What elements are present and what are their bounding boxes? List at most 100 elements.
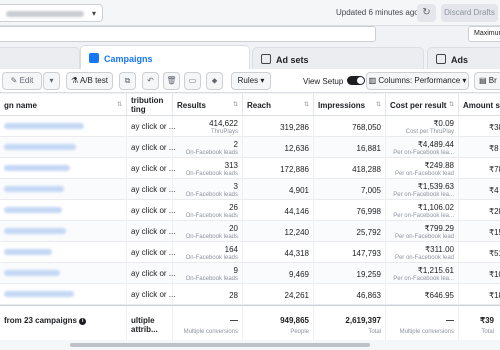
totals-amount-sub: Total: [481, 329, 494, 335]
chevron-down-icon: ▾: [91, 9, 96, 18]
columns-icon: ▥: [368, 76, 377, 85]
totals-label: from 23 campaigns: [4, 316, 77, 325]
ad-account-selector[interactable]: ▾: [0, 4, 103, 22]
campaign-name-cell[interactable]: [0, 221, 127, 243]
reach-value: 44,318: [284, 249, 309, 258]
campaigns-icon: [89, 53, 99, 63]
view-setup-toggle[interactable]: View Setup: [303, 76, 366, 86]
tab-ads[interactable]: Ads: [427, 47, 500, 69]
search-filter-input[interactable]: [0, 26, 376, 42]
sort-icon: ⇅: [303, 102, 309, 108]
table-row[interactable]: ay click or ... 164 On-Facebook leads 44,31…: [0, 242, 500, 264]
table-row[interactable]: ay click or ... 414,622 ThruPlays 319,286 76…: [0, 116, 500, 138]
results-cell: 2 On-Facebook leads: [173, 137, 243, 159]
flask-icon: ⚗: [71, 76, 79, 85]
results-type: On-Facebook leads: [185, 276, 238, 282]
campaign-name-cell[interactable]: [0, 116, 127, 138]
campaign-name-redacted[interactable]: [4, 165, 70, 171]
table-row[interactable]: ay click or ... 28 24,261 46,863 ₹646.95 ₹18: [0, 284, 500, 306]
delete-button[interactable]: 🗑: [163, 72, 180, 90]
undo-button[interactable]: ↶: [142, 72, 159, 90]
results-type: On-Facebook leads: [185, 150, 238, 156]
cost-value: ₹311.00: [425, 245, 454, 254]
campaign-name-redacted[interactable]: [4, 270, 60, 276]
cost-per-result-cell: ₹1,539.63 Per on-Facebook lea...: [386, 179, 459, 201]
cost-value: ₹1,539.63: [417, 182, 454, 191]
attribution-setting: ay click or ...: [131, 164, 176, 173]
reach-value: 44,146: [284, 207, 309, 216]
totals-cost-cell: — Multiple conversions: [386, 306, 459, 340]
campaign-name-redacted[interactable]: [4, 249, 52, 255]
scrollbar-thumb[interactable]: [70, 343, 370, 347]
cost-type: Cost per ThruPlay: [405, 129, 454, 135]
campaign-name-cell[interactable]: [0, 284, 127, 306]
table-row[interactable]: ay click or ... 20 On-Facebook leads 12,240…: [0, 221, 500, 243]
campaign-name-cell[interactable]: [0, 200, 127, 222]
campaigns-table: gn name ⇅ tribution ting Results ⇅ Reach ⇅ …: [0, 94, 500, 350]
cost-value: ₹799.29: [424, 224, 454, 233]
table-row[interactable]: ay click or ... 2 On-Facebook leads 12,636 1…: [0, 137, 500, 159]
chevron-down-icon: ▾: [462, 76, 467, 85]
column-header-amount-spent[interactable]: Amount spe: [459, 94, 500, 116]
campaign-name-cell[interactable]: [0, 179, 127, 201]
duplicate-button[interactable]: ⧉: [119, 72, 136, 90]
preview-button[interactable]: ▭: [184, 72, 201, 90]
attribution-setting: ay click or ...: [131, 248, 176, 257]
reach-cell: 4,901: [243, 179, 314, 201]
attribution-cell: ay click or ...: [127, 200, 175, 222]
totals-amount: ₹39: [480, 316, 494, 325]
campaign-name-cell[interactable]: [0, 242, 127, 264]
results-cell: 3 On-Facebook leads: [173, 179, 243, 201]
table-row[interactable]: ay click or ... 26 On-Facebook leads 44,146…: [0, 200, 500, 222]
tab-campaigns[interactable]: Campaigns: [80, 45, 250, 69]
edit-button[interactable]: ✎ Edit: [2, 72, 42, 90]
impressions-cell: 25,792: [314, 221, 386, 243]
edit-dropdown-button[interactable]: ▾: [43, 72, 60, 90]
results-cell: 20 On-Facebook leads: [173, 221, 243, 243]
reach-value: 12,636: [284, 144, 309, 153]
discard-drafts-button[interactable]: Discard Drafts: [441, 4, 498, 22]
column-header-reach[interactable]: Reach ⇅: [243, 94, 314, 116]
campaign-name-redacted[interactable]: [4, 228, 66, 234]
table-row[interactable]: ay click or ... 313 On-Facebook leads 172,8…: [0, 158, 500, 180]
refresh-button[interactable]: ↻: [417, 4, 436, 22]
cost-per-result-cell: ₹799.29 Per on-Facebook lead: [386, 221, 459, 243]
campaign-name-cell[interactable]: [0, 263, 127, 285]
column-attribution-label-2: ting: [131, 105, 146, 114]
breakdown-button[interactable]: ▤ Br: [474, 72, 500, 90]
rules-button[interactable]: Rules ▾: [231, 72, 271, 90]
columns-label: Columns: Performance: [378, 76, 461, 85]
campaign-name-redacted[interactable]: [4, 207, 62, 213]
tag-button[interactable]: ⬥: [206, 72, 223, 90]
attribution-cell: ay click or ...: [127, 284, 175, 306]
column-header-name[interactable]: gn name ⇅: [0, 94, 127, 116]
totals-attribution: ultiple attrib...: [131, 316, 158, 334]
results-value: 164: [224, 245, 238, 254]
campaign-name-redacted[interactable]: [4, 291, 74, 297]
columns-button[interactable]: ▥ Columns: Performance ▾: [366, 72, 469, 90]
campaign-name-redacted[interactable]: [4, 123, 84, 129]
tab-ad-sets[interactable]: Ad sets: [252, 47, 424, 69]
table-row[interactable]: ay click or ... 9 On-Facebook leads 9,469 19…: [0, 263, 500, 285]
view-setup-label: View Setup: [303, 77, 344, 86]
horizontal-scrollbar[interactable]: [0, 340, 500, 350]
reach-value: 24,261: [284, 291, 309, 300]
table-row[interactable]: ay click or ... 3 On-Facebook leads 4,901 7,…: [0, 179, 500, 201]
campaign-name-redacted[interactable]: [4, 144, 76, 150]
impressions-cell: 147,793: [314, 242, 386, 264]
column-header-impressions[interactable]: Impressions ⇅: [314, 94, 386, 116]
amount-value: ₹15: [489, 228, 500, 237]
cost-value: ₹646.95: [424, 291, 454, 300]
campaign-name-cell[interactable]: [0, 137, 127, 159]
totals-results: —: [230, 316, 238, 325]
column-attribution-label: tribution: [131, 96, 164, 105]
column-header-cost-per-result[interactable]: Cost per result ⇅: [386, 94, 459, 116]
campaign-name-redacted[interactable]: [4, 186, 64, 192]
info-icon[interactable]: i: [79, 318, 87, 325]
ab-test-button[interactable]: ⚗ A/B test: [66, 72, 113, 90]
date-range-selector[interactable]: Maximun: [468, 26, 500, 42]
campaign-name-cell[interactable]: [0, 158, 127, 180]
column-results-label: Results: [177, 100, 206, 110]
column-header-results[interactable]: Results ⇅: [173, 94, 243, 116]
column-header-attribution[interactable]: tribution ting: [127, 94, 173, 116]
